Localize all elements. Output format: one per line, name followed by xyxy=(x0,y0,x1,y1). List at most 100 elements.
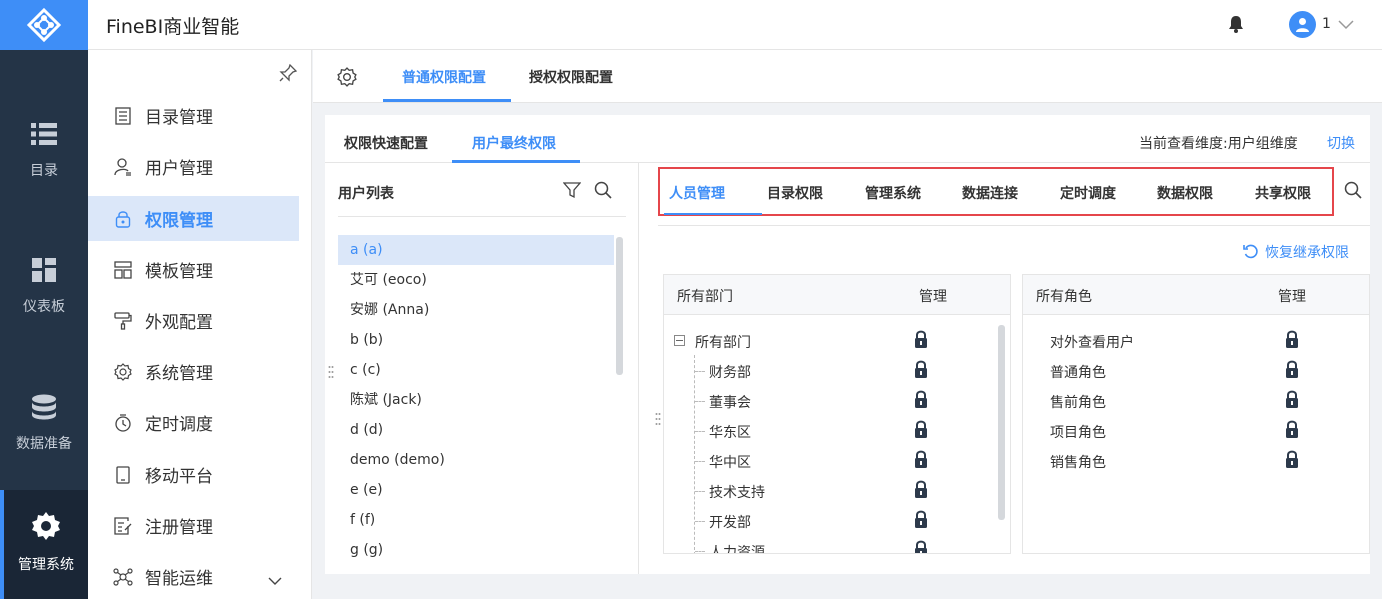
rail-item-admin[interactable]: 管理系统 xyxy=(0,490,88,599)
subnav-item-mobile[interactable]: 移动平台 xyxy=(88,452,299,497)
rail-item-catalog[interactable]: 目录 xyxy=(0,80,88,200)
tree-row[interactable]: 开发部 xyxy=(664,506,1010,536)
lock-icon[interactable] xyxy=(914,510,928,532)
user-row[interactable]: g (g) xyxy=(338,535,614,565)
filter-icon[interactable] xyxy=(562,181,582,203)
user-list-scrollbar[interactable] xyxy=(616,237,623,375)
lock-icon[interactable] xyxy=(1285,450,1299,472)
lock-icon[interactable] xyxy=(914,420,928,442)
dashboard-icon xyxy=(32,250,56,290)
lock-icon[interactable] xyxy=(914,330,928,352)
tab-normal-permission[interactable]: 普通权限配置 xyxy=(402,67,486,87)
divider xyxy=(638,163,639,574)
tab-grant-permission[interactable]: 授权权限配置 xyxy=(529,67,613,87)
subnav-item-register[interactable]: 注册管理 xyxy=(88,503,299,548)
subnav-label: 模板管理 xyxy=(145,262,213,282)
gear-icon xyxy=(32,506,60,546)
user-row[interactable]: 艾可 (eoco) xyxy=(338,265,614,295)
subnav-item-system[interactable]: 系统管理 xyxy=(88,349,299,394)
chevron-down-icon[interactable] xyxy=(268,571,282,591)
user-row[interactable]: demo (demo) xyxy=(338,445,614,475)
tree-row[interactable]: 技术支持 xyxy=(664,476,1010,506)
logo[interactable] xyxy=(0,0,88,50)
role-row[interactable]: 项目角色 xyxy=(1023,416,1369,446)
bell-icon[interactable] xyxy=(1228,15,1244,37)
tab-schedule[interactable]: 定时调度 xyxy=(1060,183,1116,203)
role-row[interactable]: 销售角色 xyxy=(1023,446,1369,476)
user-row[interactable]: a (a) xyxy=(338,235,614,265)
admin-subnav: 目录管理 用户管理 权限管理 模板管理 外观配置 系统管理 定时调度 移动平台 … xyxy=(88,50,312,599)
user-row[interactable]: c (c) xyxy=(338,355,614,385)
user-row[interactable]: f (f) xyxy=(338,505,614,535)
lock-icon[interactable] xyxy=(1285,360,1299,382)
rail-item-dashboard[interactable]: 仪表板 xyxy=(0,216,88,336)
user-icon xyxy=(113,157,133,177)
pin-icon[interactable] xyxy=(279,63,298,86)
switch-dimension-link[interactable]: 切换 xyxy=(1327,133,1355,153)
subnav-item-permissions[interactable]: 权限管理 xyxy=(88,196,299,241)
role-row[interactable]: 对外查看用户 xyxy=(1023,326,1369,356)
subnav-item-ops[interactable]: 智能运维 xyxy=(88,554,299,599)
tab-user-final-permission[interactable]: 用户最终权限 xyxy=(472,133,556,153)
tree-label: 华东区 xyxy=(709,425,751,441)
register-icon xyxy=(113,516,133,536)
paint-roller-icon xyxy=(113,311,133,331)
role-label: 普通角色 xyxy=(1050,365,1106,381)
tab-data-connection[interactable]: 数据连接 xyxy=(962,183,1018,203)
lock-icon[interactable] xyxy=(1285,420,1299,442)
department-scrollbar[interactable] xyxy=(998,325,1005,520)
top-bar: FineBI商业智能 1 xyxy=(0,0,1382,50)
lock-icon[interactable] xyxy=(1285,390,1299,412)
subnav-item-appearance[interactable]: 外观配置 xyxy=(88,298,299,343)
settings-gear-icon[interactable] xyxy=(337,67,357,91)
search-icon[interactable] xyxy=(1344,181,1362,203)
chevron-down-icon[interactable] xyxy=(1338,18,1354,34)
template-icon xyxy=(113,260,133,280)
subnav-item-users[interactable]: 用户管理 xyxy=(88,144,299,189)
lock-icon[interactable] xyxy=(914,450,928,472)
resize-handle-icon[interactable] xyxy=(655,412,661,430)
tree-row[interactable]: 财务部 xyxy=(664,356,1010,386)
rail-item-data-prep[interactable]: 数据准备 xyxy=(0,353,88,473)
tree-row[interactable]: 华东区 xyxy=(664,416,1010,446)
subnav-item-schedule[interactable]: 定时调度 xyxy=(88,400,299,445)
lock-icon xyxy=(113,209,133,229)
lock-icon[interactable] xyxy=(914,390,928,412)
subnav-label: 外观配置 xyxy=(145,313,213,333)
tab-data-permission[interactable]: 数据权限 xyxy=(1157,183,1213,203)
user-row[interactable]: d (d) xyxy=(338,415,614,445)
lock-icon[interactable] xyxy=(914,540,928,553)
collapse-icon[interactable] xyxy=(674,335,685,346)
tree-row-root[interactable]: 所有部门 xyxy=(664,326,1010,356)
main-rail: 目录 仪表板 数据准备 管理系统 xyxy=(0,50,88,599)
divider xyxy=(658,225,1370,226)
tree-row[interactable]: 董事会 xyxy=(664,386,1010,416)
tree-row[interactable]: 人力资源 xyxy=(664,536,1010,553)
subnav-label: 系统管理 xyxy=(145,364,213,384)
user-row[interactable]: 陈斌 (Jack) xyxy=(338,385,614,415)
lock-icon[interactable] xyxy=(914,480,928,502)
resize-handle-icon[interactable] xyxy=(328,365,334,383)
restore-inherit-button[interactable]: 恢复继承权限 xyxy=(1243,242,1349,262)
subnav-item-catalog[interactable]: 目录管理 xyxy=(88,93,299,138)
tab-quick-config[interactable]: 权限快速配置 xyxy=(344,133,428,153)
tab-share-permission[interactable]: 共享权限 xyxy=(1255,183,1311,203)
lock-icon[interactable] xyxy=(1285,330,1299,352)
tree-row[interactable]: 华中区 xyxy=(664,446,1010,476)
role-row[interactable]: 售前角色 xyxy=(1023,386,1369,416)
user-row[interactable]: 安娜 (Anna) xyxy=(338,295,614,325)
tab-personnel-management[interactable]: 人员管理 xyxy=(669,183,725,203)
user-avatar[interactable] xyxy=(1289,11,1316,38)
role-row[interactable]: 普通角色 xyxy=(1023,356,1369,386)
search-icon[interactable] xyxy=(594,181,612,203)
tab-catalog-permission[interactable]: 目录权限 xyxy=(767,183,823,203)
catalog-icon xyxy=(113,106,133,126)
subnav-item-templates[interactable]: 模板管理 xyxy=(88,247,299,292)
user-row[interactable]: e (e) xyxy=(338,475,614,505)
user-row[interactable]: b (b) xyxy=(338,325,614,355)
tab-admin-system[interactable]: 管理系统 xyxy=(865,183,921,203)
lock-icon[interactable] xyxy=(914,360,928,382)
divider xyxy=(338,216,626,217)
table-header: 所有部门 管理 xyxy=(664,275,1010,315)
subnav-label: 移动平台 xyxy=(145,467,213,487)
